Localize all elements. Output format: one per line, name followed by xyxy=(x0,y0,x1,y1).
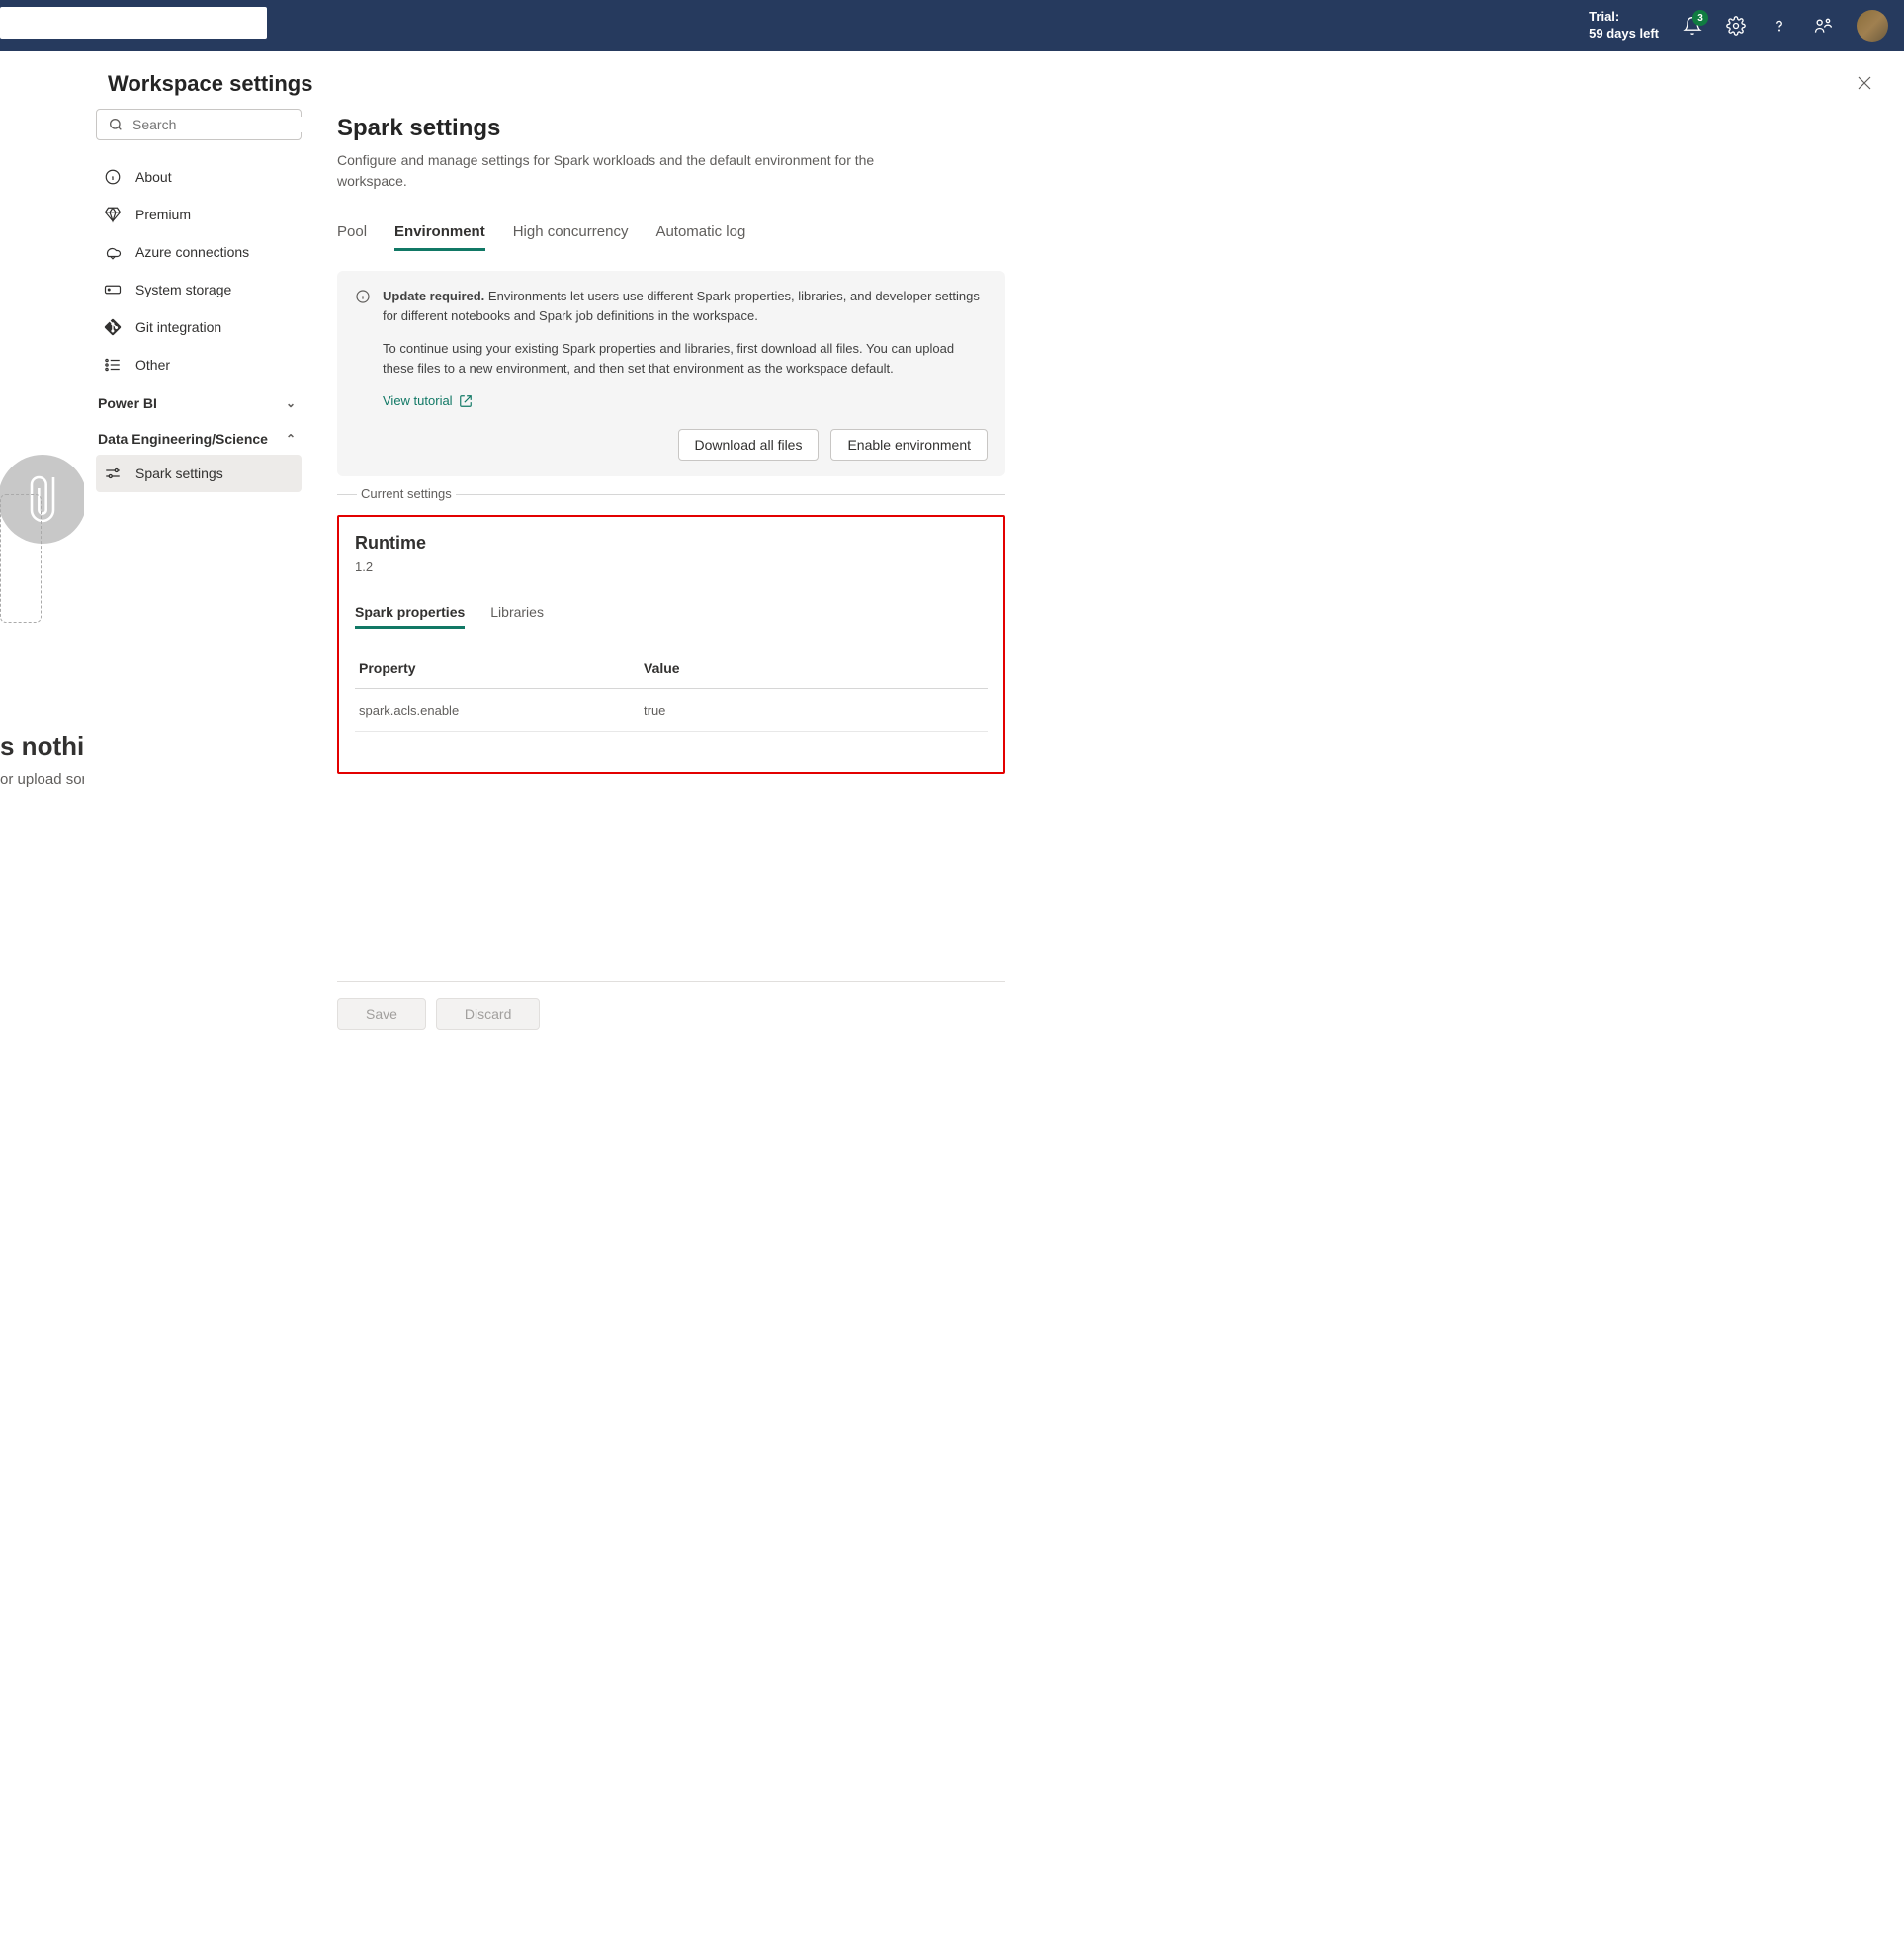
footer-actions: Save Discard xyxy=(337,981,1005,1030)
list-icon xyxy=(104,356,122,374)
sidebar-item-label: Premium xyxy=(135,207,191,222)
chevron-up-icon: ⌃ xyxy=(286,432,296,446)
feedback-icon[interactable] xyxy=(1813,16,1833,36)
download-all-files-button[interactable]: Download all files xyxy=(678,429,820,461)
tab-automatic-log[interactable]: Automatic log xyxy=(655,215,745,251)
global-search-input[interactable] xyxy=(0,7,267,39)
enable-environment-button[interactable]: Enable environment xyxy=(830,429,988,461)
current-settings-label: Current settings xyxy=(357,486,456,501)
sidebar-item-premium[interactable]: Premium xyxy=(96,196,302,233)
sidebar-item-spark-settings[interactable]: Spark settings xyxy=(96,455,302,492)
settings-icon[interactable] xyxy=(1726,16,1746,36)
sidebar-group-powerbi[interactable]: Power BI ⌄ xyxy=(96,383,302,419)
trial-status: Trial: 59 days left xyxy=(1589,9,1659,42)
sidebar-item-storage[interactable]: System storage xyxy=(96,271,302,308)
search-icon xyxy=(107,116,125,133)
sidebar-search-input[interactable] xyxy=(132,117,311,132)
info-icon xyxy=(104,168,122,186)
tab-high-concurrency[interactable]: High concurrency xyxy=(513,215,629,251)
storage-icon xyxy=(104,281,122,298)
sidebar-item-label: Other xyxy=(135,357,170,373)
sidebar-item-azure[interactable]: Azure connections xyxy=(96,233,302,271)
sidebar-item-other[interactable]: Other xyxy=(96,346,302,383)
discard-button: Discard xyxy=(436,998,540,1030)
app-header: Trial: 59 days left 3 xyxy=(0,0,1904,51)
main-content: Spark settings Configure and manage sett… xyxy=(313,105,1045,1951)
sidebar-item-label: Git integration xyxy=(135,319,221,335)
chevron-down-icon: ⌄ xyxy=(286,396,296,410)
table-row: spark.acls.enable true xyxy=(355,688,988,731)
runtime-version: 1.2 xyxy=(355,559,988,574)
help-icon[interactable] xyxy=(1770,16,1789,36)
save-button: Save xyxy=(337,998,426,1030)
spark-properties-table: Property Value spark.acls.enable true xyxy=(355,648,988,732)
notification-icon[interactable]: 3 xyxy=(1683,16,1702,36)
tab-pool[interactable]: Pool xyxy=(337,215,367,251)
runtime-title: Runtime xyxy=(355,533,988,553)
cell-property: spark.acls.enable xyxy=(355,688,640,731)
page-description: Configure and manage settings for Spark … xyxy=(337,150,930,192)
sidebar-item-label: Spark settings xyxy=(135,466,223,481)
runtime-section: Runtime 1.2 Spark properties Libraries P… xyxy=(337,515,1005,774)
workspace-settings-panel: Workspace settings About Premium xyxy=(84,51,1904,1951)
empty-subtext: or upload som xyxy=(0,771,94,788)
subtab-libraries[interactable]: Libraries xyxy=(490,598,544,629)
sliders-icon xyxy=(104,465,122,482)
col-property: Property xyxy=(355,648,640,689)
sidebar-item-label: System storage xyxy=(135,282,231,297)
cloud-icon xyxy=(104,243,122,261)
runtime-subtabs: Spark properties Libraries xyxy=(355,598,988,629)
sidebar-search[interactable] xyxy=(96,109,302,140)
subtab-spark-properties[interactable]: Spark properties xyxy=(355,598,465,629)
page-title: Spark settings xyxy=(337,115,1005,142)
close-button[interactable] xyxy=(1853,71,1876,95)
sidebar-group-data-engineering[interactable]: Data Engineering/Science ⌃ xyxy=(96,419,302,455)
sidebar-item-about[interactable]: About xyxy=(96,158,302,196)
col-value: Value xyxy=(640,648,988,689)
modal-title: Workspace settings xyxy=(108,71,312,97)
settings-sidebar: About Premium Azure connections System s… xyxy=(84,105,313,1951)
update-required-notice: Update required. Environments let users … xyxy=(337,271,1005,476)
info-icon xyxy=(355,289,371,425)
drop-zone xyxy=(0,494,42,623)
user-avatar[interactable] xyxy=(1857,10,1888,42)
view-tutorial-link[interactable]: View tutorial xyxy=(383,391,473,411)
cell-value: true xyxy=(640,688,988,731)
sidebar-item-git[interactable]: Git integration xyxy=(96,308,302,346)
tab-environment[interactable]: Environment xyxy=(394,215,485,251)
sidebar-item-label: About xyxy=(135,169,172,185)
main-tabs: Pool Environment High concurrency Automa… xyxy=(337,215,1005,251)
diamond-icon xyxy=(104,206,122,223)
sidebar-item-label: Azure connections xyxy=(135,244,249,260)
notification-badge: 3 xyxy=(1692,10,1708,26)
git-icon xyxy=(104,318,122,336)
